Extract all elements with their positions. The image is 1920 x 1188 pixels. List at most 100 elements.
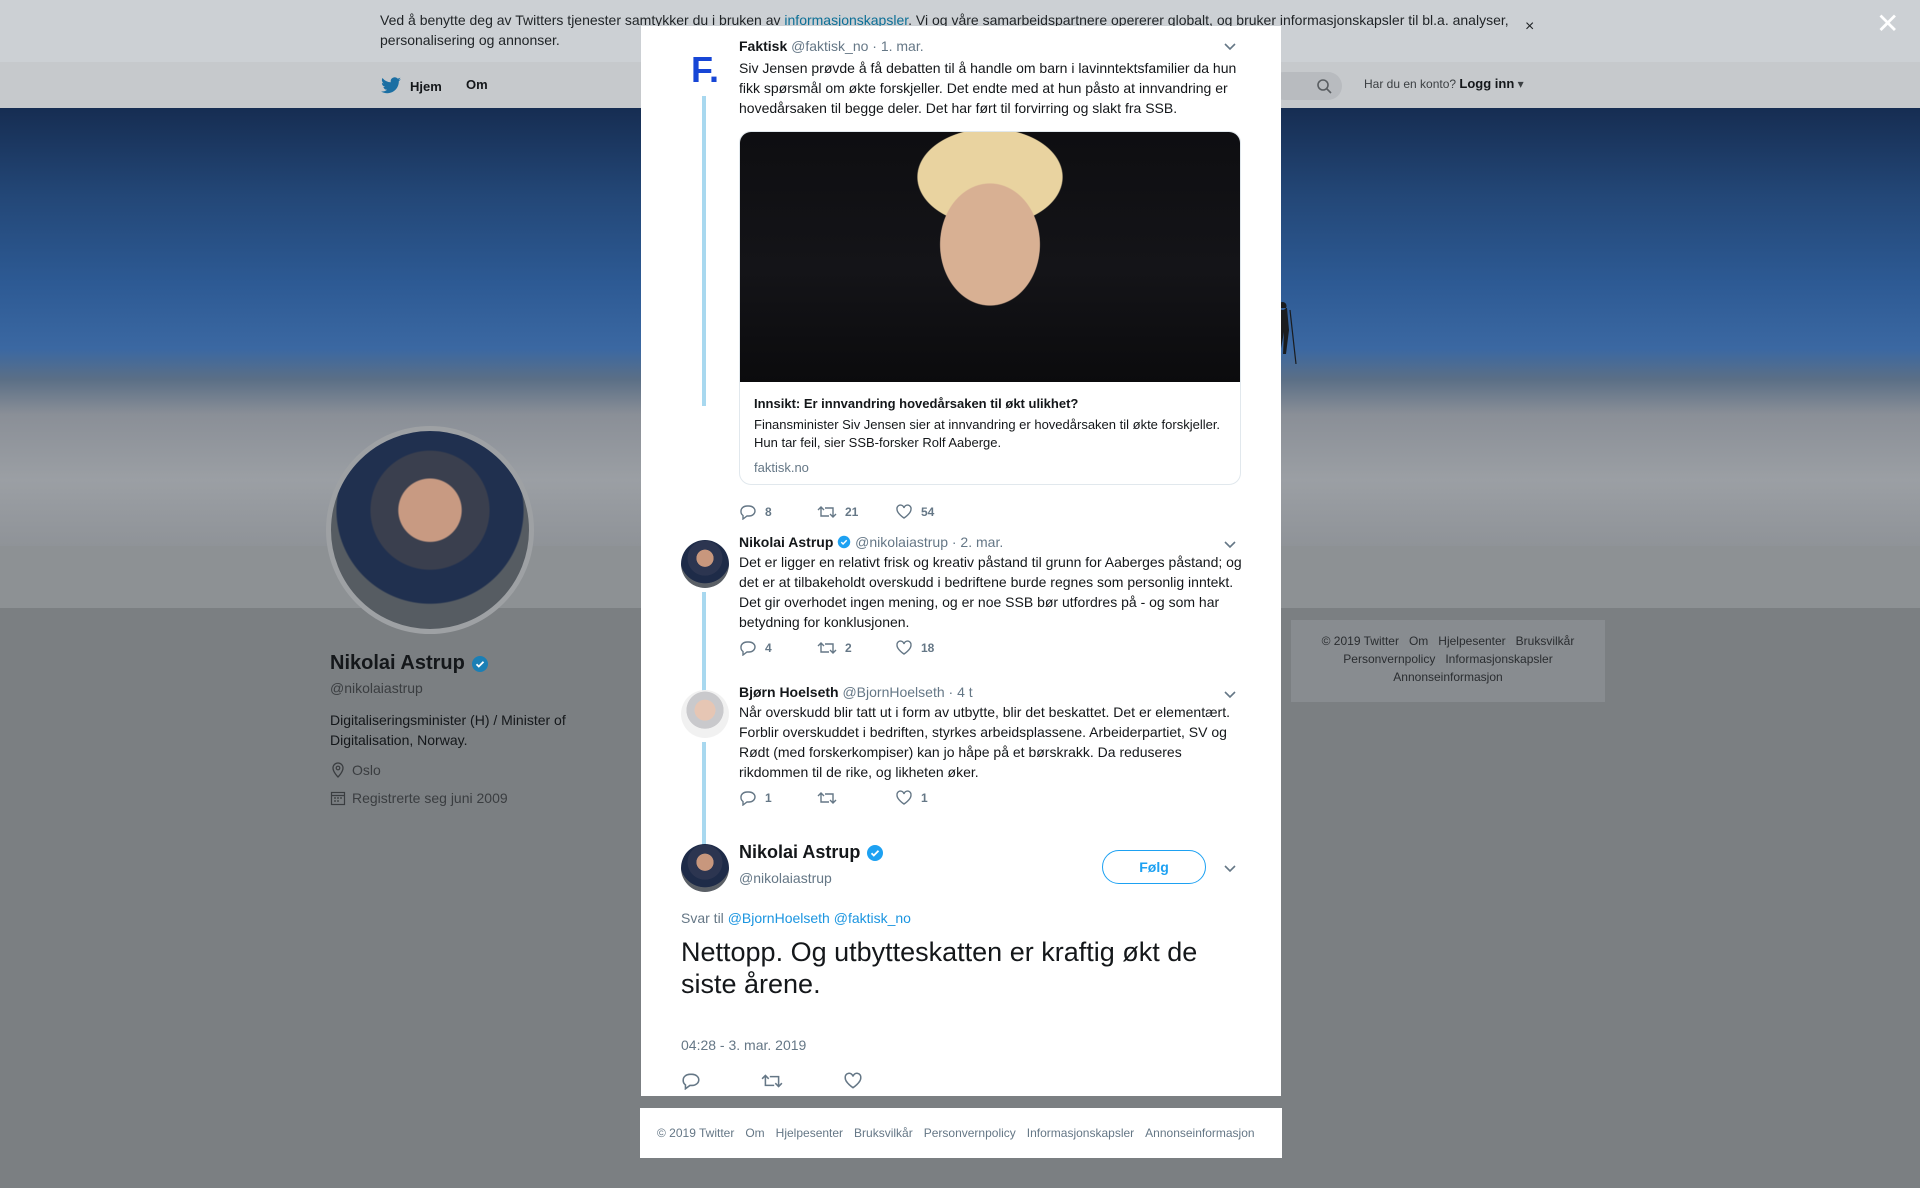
side-footer-link[interactable]: Hjelpesenter: [1438, 634, 1505, 648]
verified-badge-icon: [471, 655, 488, 672]
login-prompt: Har du en konto?: [1364, 77, 1457, 91]
main-tweet-text: Nettopp. Og utbytteskatten er kraftig øk…: [681, 937, 1198, 999]
thread-line: [702, 96, 706, 406]
like-count: 1: [921, 791, 928, 805]
tweet-date[interactable]: · 2. mar.: [952, 534, 1003, 550]
profile-location: Oslo: [330, 762, 381, 778]
tweet-author-handle[interactable]: @BjornHoelseth: [842, 684, 944, 700]
tweet-author-name[interactable]: Nikolai Astrup: [739, 534, 833, 550]
profile-joined: Registrerte seg juni 2009: [330, 790, 508, 806]
location-pin-icon: [332, 762, 344, 778]
footer-link[interactable]: Hjelpesenter: [776, 1126, 843, 1140]
nav-home-label: Hjem: [410, 78, 442, 94]
like-button[interactable]: 1: [895, 790, 973, 806]
tweet-modal: F. Faktisk @faktisk_no · 1. mar. Siv Jen…: [641, 26, 1281, 1096]
footer-link[interactable]: Personvernpolicy: [924, 1126, 1016, 1140]
reply-count: 1: [765, 791, 772, 805]
tweet-author-name[interactable]: Faktisk: [739, 38, 787, 54]
caret-down-icon: ▾: [1517, 77, 1524, 91]
reply-to-line: Svar til @BjornHoelseth @faktisk_no: [681, 910, 911, 926]
reply-button[interactable]: 1: [739, 790, 817, 806]
main-tweet-author[interactable]: Nikolai Astrup: [739, 842, 884, 863]
nav-about-link[interactable]: Om: [466, 77, 488, 92]
side-footer-link[interactable]: Informasjonskapsler: [1445, 652, 1552, 666]
main-tweet-handle[interactable]: @nikolaiastrup: [739, 870, 832, 886]
footer-link[interactable]: Informasjonskapsler: [1027, 1126, 1134, 1140]
side-footer-link[interactable]: Om: [1409, 634, 1428, 648]
card-description: Finansminister Siv Jensen sier at innvan…: [754, 417, 1221, 450]
footer-copyright: © 2019 Twitter: [657, 1126, 735, 1140]
heart-icon: [896, 640, 912, 655]
like-button[interactable]: 54: [895, 504, 973, 520]
reply-button[interactable]: 4: [739, 640, 817, 656]
chevron-down-icon[interactable]: [1223, 862, 1237, 876]
profile-joined-text: Registrerte seg juni 2009: [352, 790, 508, 806]
side-footer: © 2019 Twitter Om Hjelpesenter Bruksvilkår …: [1291, 620, 1605, 702]
hoelseth-avatar[interactable]: [681, 690, 729, 738]
card-image: [740, 132, 1240, 382]
heart-icon[interactable]: [843, 1072, 863, 1090]
footer-link[interactable]: Om: [745, 1126, 764, 1140]
follow-button[interactable]: Følg: [1102, 850, 1206, 884]
footer-link[interactable]: Annonseinformasjon: [1145, 1126, 1254, 1140]
retweet-icon: [817, 642, 837, 654]
side-footer-link[interactable]: Annonseinformasjon: [1393, 670, 1502, 684]
cookie-close-button[interactable]: ×: [1525, 18, 1534, 36]
chevron-down-icon[interactable]: [1223, 688, 1237, 702]
retweet-button[interactable]: 2: [817, 640, 895, 656]
tweet-actions: 1 1: [739, 790, 973, 806]
retweet-count: 21: [845, 505, 859, 519]
retweet-icon[interactable]: [761, 1072, 783, 1090]
tweet-author-handle[interactable]: @nikolaiastrup: [855, 534, 948, 550]
retweet-button[interactable]: [817, 790, 895, 806]
retweet-button[interactable]: 21: [817, 504, 895, 520]
link-card[interactable]: Innsikt: Er innvandring hovedårsaken til…: [739, 131, 1241, 485]
heart-icon: [896, 504, 912, 519]
reply-count: 4: [765, 641, 772, 655]
retweet-icon: [817, 506, 837, 518]
like-count: 18: [921, 641, 935, 655]
nav-home-link[interactable]: Hjem: [380, 77, 442, 95]
side-footer-link[interactable]: Personvernpolicy: [1343, 652, 1435, 666]
tweet-actions: 4 2 18: [739, 640, 973, 656]
footer-link[interactable]: Bruksvilkår: [854, 1126, 913, 1140]
verified-badge-icon: [867, 844, 884, 861]
side-footer-link[interactable]: Bruksvilkår: [1516, 634, 1575, 648]
tweet-text: Når overskudd blir tatt ut i form av utb…: [739, 704, 1230, 780]
faktisk-avatar[interactable]: F.: [681, 46, 729, 94]
profile-name: Nikolai Astrup: [330, 652, 489, 675]
reply-count: 8: [765, 505, 772, 519]
main-tweet-author-name: Nikolai Astrup: [739, 842, 861, 862]
modal-footer: © 2019 Twitter Om Hjelpesenter Bruksvilk…: [640, 1108, 1282, 1158]
login-button[interactable]: Logg inn: [1459, 76, 1514, 91]
tweet-header: Faktisk @faktisk_no · 1. mar.: [739, 38, 924, 54]
main-tweet-timestamp[interactable]: 04:28 - 3. mar. 2019: [681, 1037, 806, 1053]
side-footer-copyright: © 2019 Twitter: [1321, 634, 1399, 648]
reply-button[interactable]: 8: [739, 504, 817, 520]
reply-icon[interactable]: [681, 1072, 701, 1090]
tweet-text: Siv Jensen prøvde å få debatten til å ha…: [739, 60, 1237, 116]
tweet-author-name[interactable]: Bjørn Hoelseth: [739, 684, 839, 700]
tweet-author-handle[interactable]: @faktisk_no: [791, 38, 868, 54]
reply-to-prefix: Svar til: [681, 910, 724, 926]
tweet-date[interactable]: · 1. mar.: [872, 38, 923, 54]
astrup-avatar[interactable]: [681, 540, 729, 588]
reply-to-users[interactable]: @BjornHoelseth @faktisk_no: [728, 910, 911, 926]
tweet-date[interactable]: · 4 t: [949, 684, 973, 700]
chevron-down-icon[interactable]: [1223, 40, 1237, 54]
tweet-text: Det er ligger en relativt frisk og kreat…: [739, 554, 1242, 630]
main-tweet-avatar[interactable]: [681, 844, 729, 892]
profile-bio: Digitaliseringsminister (H) / Minister o…: [330, 712, 566, 748]
like-button[interactable]: 18: [895, 640, 973, 656]
faktisk-logo: F.: [690, 49, 719, 90]
chevron-down-icon[interactable]: [1223, 538, 1237, 552]
reply-icon: [740, 791, 756, 806]
profile-handle[interactable]: @nikolaiastrup: [330, 680, 423, 696]
profile-avatar[interactable]: [326, 426, 534, 634]
main-tweet-actions: [681, 1072, 863, 1090]
twitter-bird-icon: [381, 77, 401, 94]
close-overlay-button[interactable]: ✕: [1876, 10, 1899, 38]
like-count: 54: [921, 505, 935, 519]
profile-location-text: Oslo: [352, 762, 381, 778]
tweet-header: Bjørn Hoelseth @BjornHoelseth · 4 t: [739, 684, 973, 700]
